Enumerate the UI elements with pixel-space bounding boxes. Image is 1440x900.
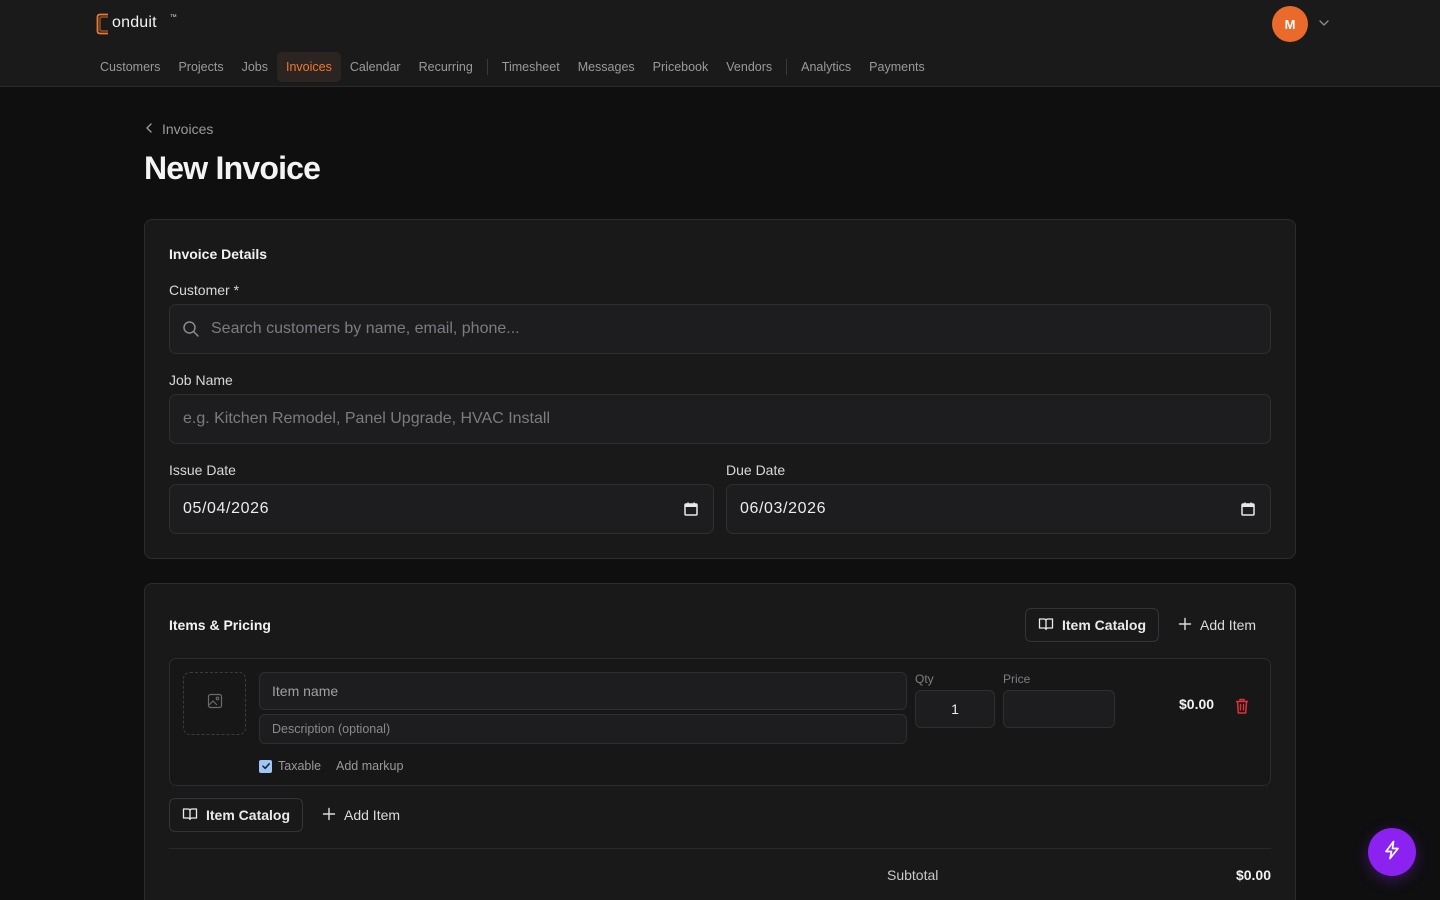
job-name-label: Job Name — [169, 372, 233, 388]
nav-item-analytics[interactable]: Analytics — [792, 52, 860, 82]
qty-value: 1 — [951, 701, 959, 717]
calendar-icon[interactable] — [1240, 501, 1256, 517]
nav-item-messages[interactable]: Messages — [569, 52, 644, 82]
main-nav: Customers Projects Jobs Invoices Calenda… — [91, 52, 934, 82]
search-icon — [182, 320, 200, 338]
avatar[interactable]: M — [1272, 6, 1308, 42]
item-image-upload[interactable] — [183, 672, 246, 735]
item-catalog-button[interactable]: Item Catalog — [1025, 608, 1160, 642]
nav-divider — [486, 59, 488, 75]
section-title: Invoice Details — [169, 246, 268, 262]
page-title: New Invoice — [144, 150, 321, 186]
breadcrumb[interactable]: Invoices — [144, 121, 213, 137]
lightning-icon — [1381, 839, 1403, 866]
item-description-placeholder: Description (optional) — [272, 722, 391, 736]
nav-item-jobs[interactable]: Jobs — [233, 52, 277, 82]
item-description-input[interactable]: Description (optional) — [259, 714, 907, 744]
nav-item-recurring[interactable]: Recurring — [410, 52, 482, 82]
nav-item-pricebook[interactable]: Pricebook — [644, 52, 718, 82]
nav-item-invoices[interactable]: Invoices — [277, 52, 341, 82]
nav-item-vendors[interactable]: Vendors — [717, 52, 781, 82]
divider — [169, 848, 1271, 849]
line-total: $0.00 — [1179, 696, 1215, 712]
logo[interactable]: onduit ™ — [96, 13, 177, 35]
item-name-input[interactable]: Item name — [259, 672, 907, 710]
nav-item-calendar[interactable]: Calendar — [341, 52, 410, 82]
book-icon — [1038, 617, 1054, 634]
breadcrumb-label: Invoices — [162, 121, 214, 137]
logo-text: onduit — [112, 14, 157, 31]
add-item-label: Add Item — [344, 807, 401, 823]
add-markup-link[interactable]: Add markup — [336, 759, 403, 773]
item-catalog-label: Item Catalog — [1062, 617, 1147, 633]
issue-date-label: Issue Date — [169, 462, 236, 478]
issue-date-value: 05/04/2026 — [183, 500, 270, 517]
nav-divider — [786, 59, 788, 75]
image-icon — [207, 693, 223, 714]
line-item-row: Item name Description (optional) Qty 1 P… — [169, 658, 1271, 786]
price-input[interactable] — [1003, 690, 1115, 728]
add-item-label: Add Item — [1200, 617, 1257, 633]
due-date-label: Due Date — [726, 462, 786, 478]
plus-icon — [1178, 617, 1192, 634]
due-date-value: 06/03/2026 — [740, 500, 827, 517]
nav-item-projects[interactable]: Projects — [169, 52, 232, 82]
item-name-placeholder: Item name — [272, 683, 339, 699]
item-catalog-button[interactable]: Item Catalog — [169, 798, 304, 832]
invoice-details-card: Invoice Details Customer * Search custom… — [144, 219, 1296, 559]
issue-date-input[interactable]: 05/04/2026 — [169, 484, 714, 534]
job-name-placeholder: e.g. Kitchen Remodel, Panel Upgrade, HVA… — [183, 410, 551, 427]
taxable-checkbox[interactable]: Taxable — [259, 759, 321, 773]
chevron-down-icon[interactable] — [1317, 16, 1331, 30]
plus-icon — [322, 807, 336, 824]
add-item-button[interactable]: Add Item — [322, 798, 400, 832]
subtotal-label: Subtotal — [887, 867, 939, 883]
customer-placeholder: Search customers by name, email, phone..… — [211, 320, 520, 337]
customer-label: Customer * — [169, 282, 240, 298]
item-catalog-label: Item Catalog — [206, 807, 291, 823]
qty-input[interactable]: 1 — [915, 690, 995, 728]
customer-search-input[interactable]: Search customers by name, email, phone..… — [169, 304, 1271, 354]
due-date-input[interactable]: 06/03/2026 — [726, 484, 1271, 534]
price-label: Price — [1003, 672, 1031, 686]
add-item-button[interactable]: Add Item — [1178, 608, 1256, 642]
book-icon — [182, 807, 198, 824]
job-name-input[interactable]: e.g. Kitchen Remodel, Panel Upgrade, HVA… — [169, 394, 1271, 444]
section-title: Items & Pricing — [169, 617, 271, 633]
nav-item-payments[interactable]: Payments — [860, 52, 934, 82]
nav-item-timesheet[interactable]: Timesheet — [493, 52, 569, 82]
assistant-fab[interactable] — [1368, 828, 1416, 876]
calendar-icon[interactable] — [683, 501, 699, 517]
trash-icon[interactable] — [1233, 697, 1251, 715]
logo-mark-icon — [96, 13, 110, 35]
checkbox-checked-icon[interactable] — [259, 759, 272, 773]
qty-label: Qty — [915, 672, 934, 686]
top-bar: onduit ™ M Customers Projects Jobs Invoi… — [0, 0, 1440, 87]
chevron-left-icon — [144, 121, 154, 137]
subtotal-value: $0.00 — [1235, 867, 1271, 883]
taxable-label: Taxable — [278, 759, 322, 773]
trademark-mark: ™ — [169, 14, 177, 21]
nav-item-customers[interactable]: Customers — [91, 52, 169, 82]
items-pricing-card: Items & Pricing Item Catalog Add Item It… — [144, 583, 1296, 900]
